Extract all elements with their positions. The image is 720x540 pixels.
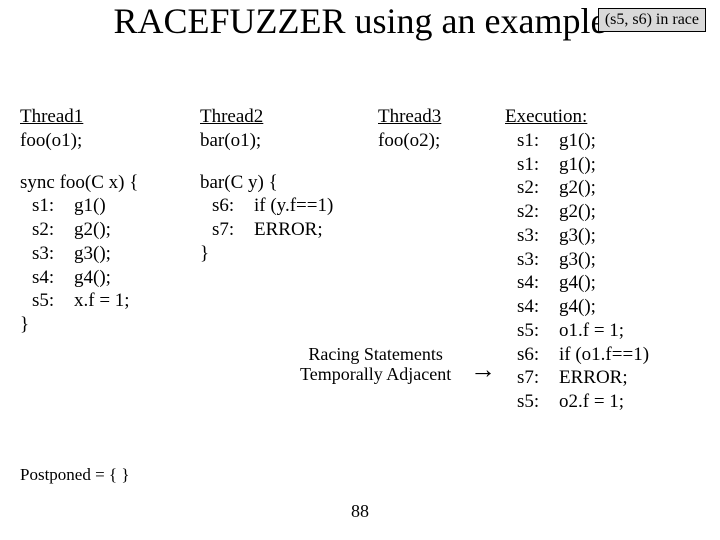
execution-step: s3:g3();: [505, 248, 715, 272]
callout-line2: Temporally Adjacent: [300, 365, 451, 385]
foo-close: }: [20, 313, 190, 337]
thread1-call: foo(o1);: [20, 129, 190, 153]
thread3-call: foo(o2);: [378, 129, 498, 153]
callout: Racing Statements Temporally Adjacent: [300, 345, 451, 385]
execution-step: s1:g1();: [505, 153, 715, 177]
execution-step: s2:g2();: [505, 200, 715, 224]
execution-col: Execution: s1:g1();s1:g1();s2:g2();s2:g2…: [505, 105, 715, 414]
thread2-col: Thread2 bar(o1); bar(C y) { s6:if (y.f==…: [200, 105, 370, 266]
execution-header: Execution:: [505, 105, 715, 129]
bar-code: bar(C y) { s6:if (y.f==1) s7: ERROR; }: [200, 171, 370, 266]
thread1-col: Thread1 foo(o1); sync foo(C x) { s1:g1()…: [20, 105, 190, 337]
thread2-header: Thread2: [200, 105, 370, 129]
execution-step: s2:g2();: [505, 176, 715, 200]
slide: RACEFUZZER using an example (s5, s6) in …: [0, 0, 720, 540]
foo-code: sync foo(C x) { s1:g1() s2:g2(); s3:g3()…: [20, 171, 190, 337]
race-tag: (s5, s6) in race: [598, 8, 706, 32]
bar-close: }: [200, 242, 370, 266]
thread2-call: bar(o1);: [200, 129, 370, 153]
bar-sig: bar(C y) {: [200, 171, 370, 195]
arrow-icon: →: [470, 355, 496, 385]
foo-sig: sync foo(C x) {: [20, 171, 190, 195]
execution-step: s7: ERROR;: [505, 366, 715, 390]
page-number: 88: [0, 501, 720, 522]
callout-line1: Racing Statements: [300, 345, 451, 365]
postponed-label: Postponed = { }: [20, 465, 130, 485]
thread1-header: Thread1: [20, 105, 190, 129]
execution-step: s6:if (o1.f==1): [505, 343, 715, 367]
thread3-header: Thread3: [378, 105, 498, 129]
execution-step: s4:g4();: [505, 295, 715, 319]
execution-step: s4:g4();: [505, 271, 715, 295]
thread3-col: Thread3 foo(o2);: [378, 105, 498, 153]
execution-step: s5:o1.f = 1;: [505, 319, 715, 343]
execution-step: s5:o2.f = 1;: [505, 390, 715, 414]
execution-step: s3:g3();: [505, 224, 715, 248]
execution-step: s1:g1();: [505, 129, 715, 153]
execution-steps: s1:g1();s1:g1();s2:g2();s2:g2();s3:g3();…: [505, 129, 715, 414]
